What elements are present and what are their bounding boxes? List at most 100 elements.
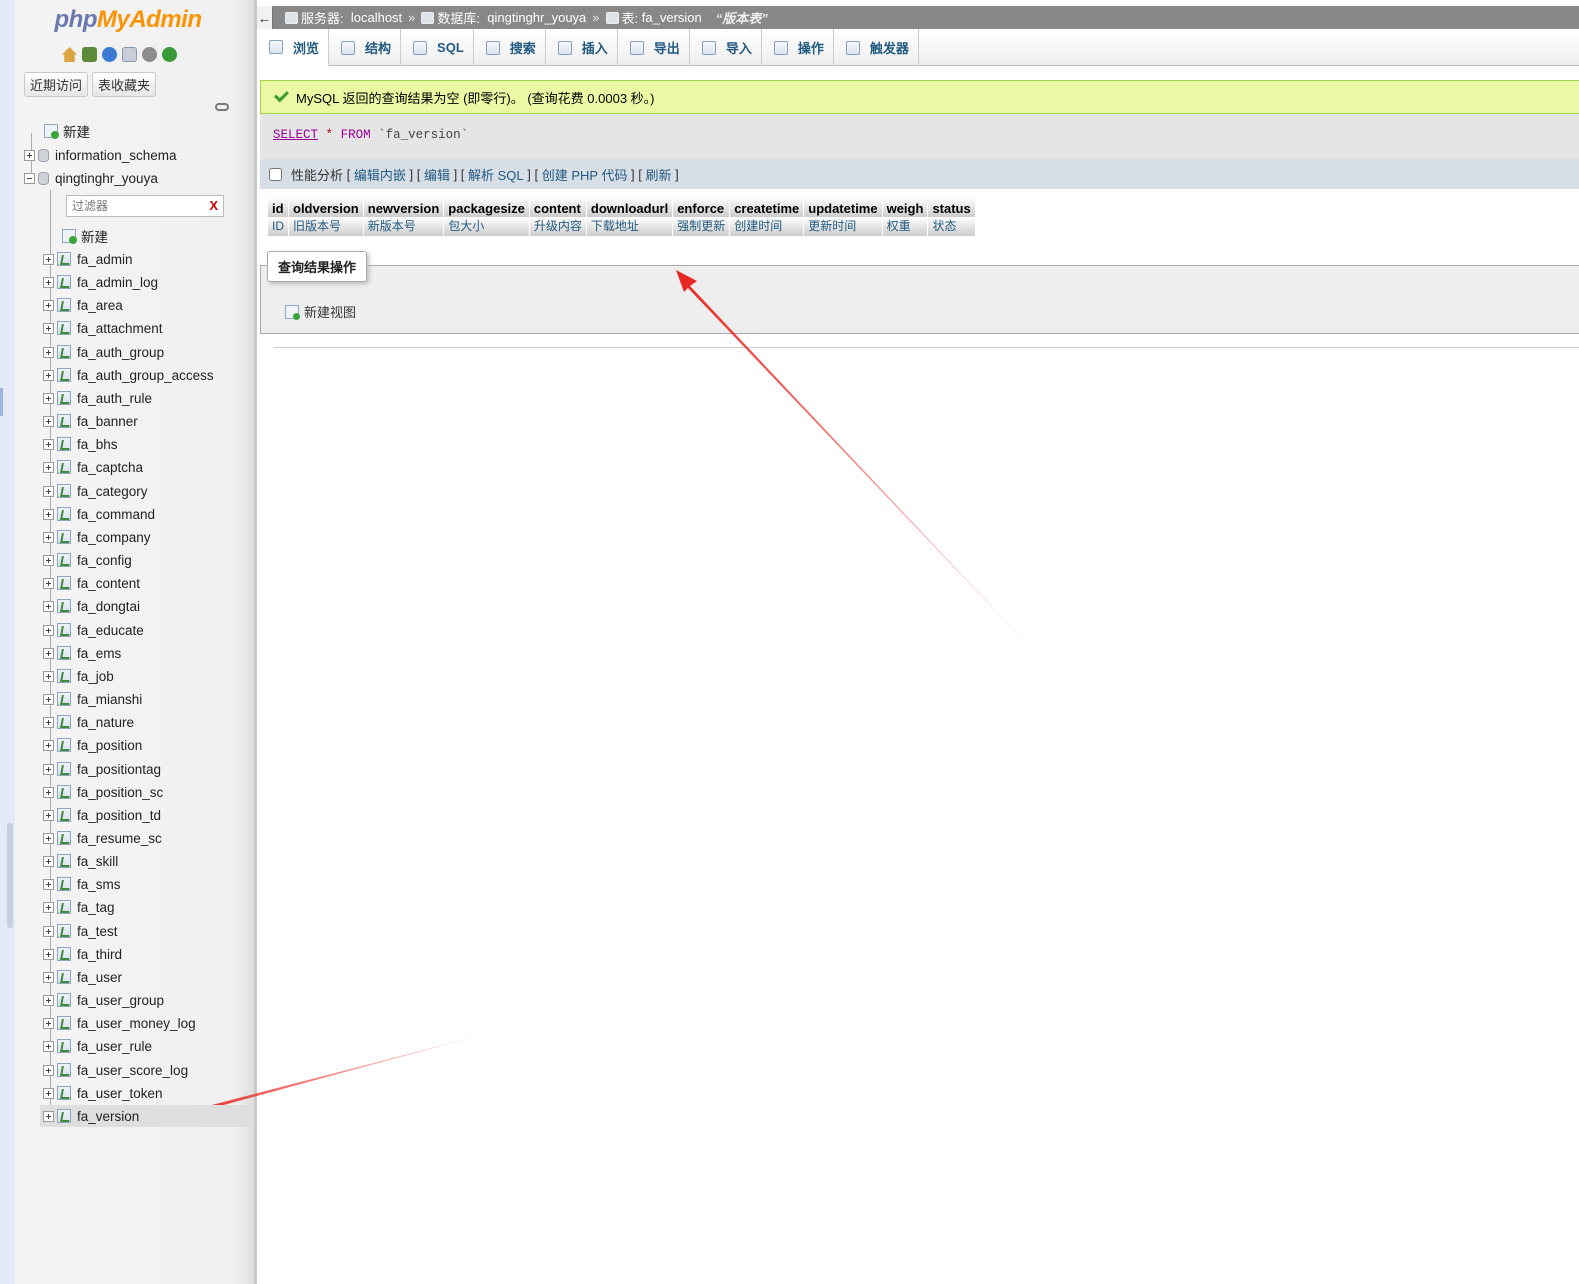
column-header-packagesize[interactable]: packagesize [443, 197, 530, 217]
tree-item-table[interactable]: fa_position_sc [43, 781, 163, 803]
table-icon[interactable] [57, 831, 71, 845]
table-icon[interactable] [57, 460, 71, 474]
column-header-updatetime[interactable]: updatetime [803, 197, 883, 217]
tree-item-table[interactable]: fa_banner [43, 410, 138, 432]
edit-inline-link[interactable]: 编辑内嵌 [354, 165, 406, 184]
tree-item-database[interactable]: qingtinghr_youya [24, 167, 158, 189]
expand-icon[interactable] [43, 1064, 54, 1076]
favorites-tab[interactable]: 表收藏夹 [92, 72, 157, 97]
expand-icon[interactable] [43, 948, 54, 960]
column-header-oldversion[interactable]: oldversion [288, 197, 364, 217]
expand-icon[interactable] [43, 369, 54, 381]
column-header-weigh[interactable]: weigh [882, 197, 929, 217]
tab-browse[interactable]: 浏览 [257, 29, 330, 66]
expand-icon[interactable] [43, 253, 54, 265]
tree-item-table[interactable]: fa_captcha [43, 456, 143, 478]
tree-item-table[interactable]: fa_job [43, 665, 114, 687]
table-icon[interactable] [57, 275, 71, 289]
tree-item-table[interactable]: fa_dongtai [43, 595, 140, 617]
table-name[interactable]: fa_version [642, 10, 702, 25]
table-icon[interactable] [57, 437, 71, 451]
table-icon[interactable] [57, 1086, 71, 1100]
expand-icon[interactable] [43, 670, 54, 682]
tree-item-new[interactable]: 新建 [44, 120, 90, 142]
expand-icon[interactable] [43, 531, 54, 543]
table-icon[interactable] [57, 530, 71, 544]
table-icon[interactable] [57, 970, 71, 984]
profiling-checkbox[interactable] [269, 167, 282, 181]
tab-structure[interactable]: 结构 [329, 29, 402, 66]
tree-item-table[interactable]: fa_user_rule [43, 1035, 152, 1057]
table-icon[interactable] [57, 808, 71, 822]
tree-item-table[interactable]: fa_command [43, 503, 155, 525]
table-icon[interactable] [57, 321, 71, 335]
edit-link[interactable]: 编辑 [424, 165, 450, 184]
filter-input[interactable] [67, 196, 197, 216]
table-icon[interactable] [57, 947, 71, 961]
home-icon[interactable] [62, 47, 77, 62]
panel-resizer[interactable] [254, 0, 257, 1284]
expand-icon[interactable] [43, 763, 54, 775]
table-icon[interactable] [57, 576, 71, 590]
profiling-label[interactable]: 性能分析 [291, 165, 343, 184]
collapse-nav-button[interactable]: ← [257, 6, 273, 29]
expand-icon[interactable] [43, 1040, 54, 1052]
table-icon[interactable] [57, 854, 71, 868]
expand-icon[interactable] [43, 809, 54, 821]
tree-item-new-table[interactable]: 新建 [62, 225, 108, 247]
expand-icon[interactable] [24, 149, 35, 161]
tree-item-database[interactable]: information_schema [24, 144, 177, 166]
create-php-code-link[interactable]: 创建 PHP 代码 [542, 165, 628, 184]
tree-item-table[interactable]: fa_version [40, 1105, 252, 1127]
expand-icon[interactable] [43, 878, 54, 890]
tree-item-table[interactable]: fa_test [43, 920, 118, 942]
tree-item-table[interactable]: fa_mianshi [43, 688, 142, 710]
filter-clear-button[interactable]: X [209, 198, 218, 213]
new-view-label[interactable]: 新建视图 [304, 302, 356, 321]
tree-item-table[interactable]: fa_ems [43, 642, 121, 664]
tree-item-table[interactable]: fa_positiontag [43, 758, 161, 780]
table-icon[interactable] [57, 900, 71, 914]
expand-icon[interactable] [43, 901, 54, 913]
expand-icon[interactable] [43, 1087, 54, 1099]
column-header-enforce[interactable]: enforce [672, 197, 731, 217]
tree-item-table[interactable]: fa_company [43, 526, 151, 548]
tree-item-table[interactable]: fa_area [43, 294, 123, 316]
tree-item-table[interactable]: fa_skill [43, 850, 118, 872]
table-icon[interactable] [57, 669, 71, 683]
tab-search[interactable]: 搜索 [474, 29, 546, 66]
tree-item-table[interactable]: fa_user_token [43, 1082, 163, 1104]
tree-item-table[interactable]: fa_auth_group [43, 341, 164, 363]
create-view-link[interactable]: 新建视图 [285, 302, 356, 321]
table-icon[interactable] [57, 1109, 71, 1123]
recent-tab[interactable]: 近期访问 [24, 72, 89, 97]
tab-insert[interactable]: 插入 [546, 29, 618, 66]
help-icon[interactable] [102, 47, 117, 62]
table-icon[interactable] [57, 924, 71, 938]
exit-icon[interactable] [82, 47, 97, 62]
table-icon[interactable] [57, 762, 71, 776]
table-icon[interactable] [57, 1039, 71, 1053]
expand-icon[interactable] [43, 600, 54, 612]
column-header-status[interactable]: status [927, 197, 976, 217]
expand-icon[interactable] [43, 346, 54, 358]
table-icon[interactable] [57, 368, 71, 382]
tree-item-table[interactable]: fa_user_group [43, 989, 164, 1011]
link-icon[interactable] [215, 103, 229, 111]
tab-sql[interactable]: SQL [401, 29, 474, 66]
tree-item-table[interactable]: fa_sms [43, 873, 121, 895]
sql-select-keyword[interactable]: SELECT [273, 128, 318, 142]
column-header-content[interactable]: content [529, 197, 587, 217]
column-header-downloadurl[interactable]: downloadurl [586, 197, 674, 217]
settings-icon[interactable] [142, 47, 157, 62]
expand-icon[interactable] [43, 624, 54, 636]
expand-icon[interactable] [43, 739, 54, 751]
column-header-newversion[interactable]: newversion [363, 197, 445, 217]
column-header-createtime[interactable]: createtime [729, 197, 805, 217]
table-icon[interactable] [57, 738, 71, 752]
tree-item-table[interactable]: fa_config [43, 549, 132, 571]
column-header-id[interactable]: id [268, 197, 289, 217]
table-icon[interactable] [57, 391, 71, 405]
tree-item-table[interactable]: fa_educate [43, 619, 144, 641]
expand-icon[interactable] [43, 276, 54, 288]
